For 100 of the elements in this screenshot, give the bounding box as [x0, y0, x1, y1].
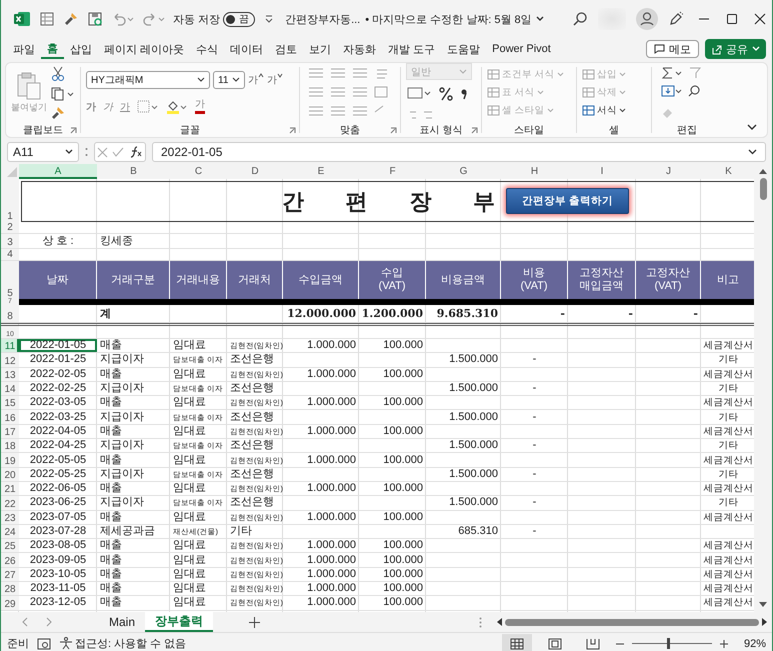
document-title[interactable]: 간편장부자동...: [285, 12, 360, 26]
row-number[interactable]: 27: [1, 568, 19, 582]
table-cell-text: 기타: [718, 439, 740, 452]
table-cell-text: 2022-04-05: [28, 424, 88, 438]
column-heading: 비용금액: [426, 261, 501, 299]
group-label: 편집: [677, 124, 697, 136]
bold-button[interactable]: 가: [86, 100, 96, 114]
zoom-level[interactable]: 92%: [744, 638, 766, 650]
row-number[interactable]: 18: [1, 439, 19, 452]
font-name-field[interactable]: HY그래픽M: [86, 71, 210, 89]
table-cell-text: 1.000.000: [306, 539, 357, 552]
row-number[interactable]: 15: [1, 396, 19, 410]
column-header[interactable]: I: [568, 164, 636, 179]
sheet-tab[interactable]: 장부출력: [145, 612, 214, 632]
column-header[interactable]: J: [636, 164, 701, 179]
row-number[interactable]: 17: [1, 424, 19, 438]
column-header[interactable]: A: [19, 164, 97, 179]
table-cell-text: 1.000.000: [306, 596, 357, 610]
row-number[interactable]: 2: [1, 222, 19, 233]
font-size-field[interactable]: 11: [213, 71, 245, 89]
column-header[interactable]: C: [170, 164, 227, 179]
saved-info[interactable]: • 마지막으로 수정한 날짜: 5월 8일: [365, 12, 532, 26]
ribbon-tab[interactable]: 도움말: [441, 39, 486, 59]
ribbon-tab[interactable]: Power Pivot: [486, 39, 557, 59]
autosave-toggle[interactable]: 끔: [223, 12, 256, 26]
table-cell-text: 지급이자: [99, 496, 145, 510]
ribbon-tab[interactable]: 페이지 레이아웃: [98, 39, 190, 59]
row-number[interactable]: 24: [1, 524, 19, 538]
table-cell: 2022-01-05: [19, 339, 97, 352]
underline-button[interactable]: 가: [120, 100, 130, 114]
ribbon-tab[interactable]: 수식: [190, 39, 224, 59]
ribbon-tab[interactable]: 홈: [41, 39, 64, 59]
ribbon-tab[interactable]: 삽입: [64, 39, 98, 59]
row-number[interactable]: 21: [1, 482, 19, 496]
row-number[interactable]: 4: [1, 249, 19, 260]
row-number[interactable]: 11: [1, 339, 19, 352]
share-button[interactable]: 공유: [705, 39, 766, 59]
ribbon-command[interactable]: 서식: [582, 104, 626, 117]
ribbon-tab[interactable]: 자동화: [337, 39, 382, 59]
column-header[interactable]: E: [283, 164, 359, 179]
row-number[interactable]: 26: [1, 553, 19, 567]
table-cell-text: 매출: [99, 582, 123, 596]
column-header[interactable]: H: [501, 164, 568, 179]
shrink-font-button[interactable]: 가: [267, 73, 283, 87]
column-header[interactable]: K: [701, 164, 754, 179]
group-label: 글꼴: [180, 124, 200, 136]
row-number[interactable]: 19: [1, 453, 19, 467]
group-label: 클립보드: [23, 124, 63, 136]
row-number[interactable]: 20: [1, 468, 19, 481]
table-cell-text: 매출: [99, 510, 123, 524]
total-cell-text: -: [559, 306, 566, 322]
row-number[interactable]: 3: [1, 234, 19, 248]
font-color-button[interactable]: 가: [195, 99, 205, 114]
row-number[interactable]: 5: [1, 261, 19, 299]
ribbon-tab[interactable]: 데이터: [224, 39, 270, 59]
table-cell-text: 세금계산서: [702, 568, 754, 582]
table-cell-text: 임대료: [172, 582, 207, 596]
table-cell-text: 1.000.000: [306, 368, 357, 381]
italic-button[interactable]: 가: [103, 100, 113, 114]
total-cell-text: 계: [99, 306, 112, 322]
row-number[interactable]: 29: [1, 596, 19, 610]
table-cell-text: 임대료: [172, 453, 207, 467]
row-number[interactable]: 8: [1, 304, 19, 322]
table-cell-text: 임대료: [172, 510, 207, 524]
ribbon-tab[interactable]: 검토: [269, 39, 304, 59]
table-cell-text: 100.000: [382, 368, 424, 381]
row-number[interactable]: 14: [1, 382, 19, 396]
ribbon-tab[interactable]: 보기: [303, 39, 338, 59]
row-number[interactable]: 16: [1, 410, 19, 424]
table-cell-text: 100.000: [382, 582, 424, 596]
table-cell-text: 임대료: [172, 539, 207, 552]
table-cell-text: 100.000: [382, 568, 424, 582]
table-cell-text: 임대료: [172, 553, 207, 567]
table-cell-text: 2023-10-05: [28, 568, 88, 582]
column-header[interactable]: G: [426, 164, 501, 179]
print-ledger-button[interactable]: 간편장부 출력하기: [506, 188, 629, 214]
sheet-tab[interactable]: Main: [99, 612, 146, 632]
row-number[interactable]: 12: [1, 353, 19, 367]
row-number[interactable]: 28: [1, 582, 19, 596]
name-box[interactable]: A11: [7, 142, 79, 162]
table-cell-text: 1.500.000: [448, 468, 499, 481]
row-number[interactable]: 25: [1, 539, 19, 552]
column-header[interactable]: F: [359, 164, 426, 179]
total-cell-text: 12.000.000: [286, 306, 357, 322]
row-number[interactable]: 23: [1, 510, 19, 524]
ribbon-tab[interactable]: 개발 도구: [382, 39, 442, 59]
row-number[interactable]: 22: [1, 496, 19, 510]
table-cell-text: 세금계산서: [702, 396, 754, 410]
row-number[interactable]: 1: [1, 179, 19, 222]
column-header[interactable]: B: [97, 164, 170, 179]
accessibility-status[interactable]: 접근성: 사용할 수 없음: [75, 636, 186, 651]
comments-button[interactable]: 메모: [646, 40, 699, 58]
ribbon-tab[interactable]: 파일: [7, 39, 41, 59]
row-number[interactable]: 13: [1, 368, 19, 381]
column-header[interactable]: D: [227, 164, 283, 179]
group-label: 스타일: [514, 124, 544, 136]
table-cell-text: 2023-06-25: [28, 496, 88, 510]
formula-field[interactable]: 2022-01-05: [152, 142, 766, 162]
grow-font-button[interactable]: 가: [248, 73, 264, 87]
table-cell-text: 2022-03-05: [28, 396, 88, 410]
